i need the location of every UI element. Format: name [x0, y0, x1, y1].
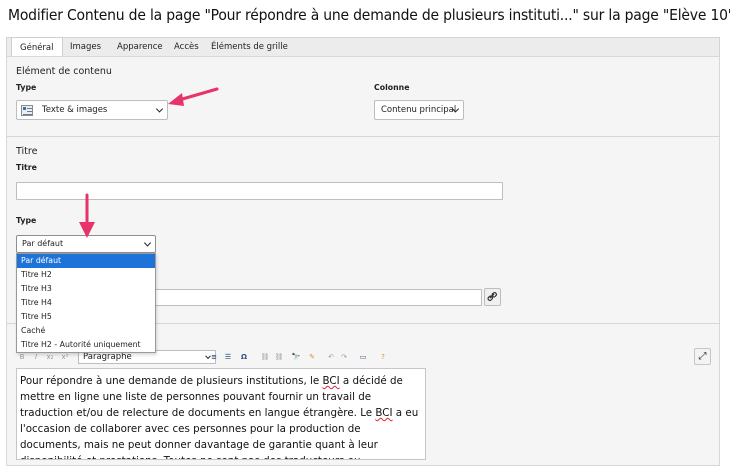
dropdown-option[interactable]: Titre H2 — [17, 268, 155, 282]
fullscreen-button[interactable]: ⤢ — [694, 348, 711, 365]
tab-bar: Général Images Apparence Accès Éléments … — [6, 37, 720, 58]
misspelled-word: BCI — [375, 406, 393, 419]
misspelled-word: BCI — [322, 375, 340, 387]
help-icon[interactable]: ? — [377, 351, 389, 363]
annotation-arrow-icon — [168, 87, 219, 106]
heading-type-dropdown: Par défaut Titre H2 Titre H3 Titre H4 Ti… — [16, 253, 156, 353]
link-icon — [487, 291, 498, 302]
column-label: Colonne — [374, 83, 410, 92]
dropdown-option[interactable]: Titre H5 — [17, 310, 155, 324]
section-title-content-element: Elément de contenu — [16, 66, 112, 77]
content-type-value: Texte & images — [42, 105, 108, 115]
dropdown-option[interactable]: Titre H4 — [17, 296, 155, 310]
link-button[interactable] — [484, 288, 501, 306]
numbered-list-icon[interactable]: ≡ — [208, 351, 220, 363]
content-type-select[interactable]: Texte & images — [16, 100, 168, 120]
source-icon[interactable]: ▭ — [357, 351, 369, 363]
heading-type-value: Par défaut — [22, 239, 64, 248]
section-divider — [7, 136, 720, 137]
bullet-list-icon[interactable]: ☰ — [222, 351, 234, 363]
dropdown-option[interactable]: Caché — [17, 324, 155, 338]
link-input[interactable] — [155, 289, 482, 306]
page-title: Modifier Contenu de la page "Pour répond… — [8, 6, 730, 24]
section-title-heading: Titre — [16, 146, 38, 157]
tab-elements-de-grille[interactable]: Éléments de grille — [203, 38, 296, 57]
text-image-icon — [21, 105, 33, 116]
special-char-icon[interactable]: Ω — [238, 351, 250, 363]
dropdown-option[interactable]: Titre H2 - Autorité uniquement — [17, 338, 155, 352]
tab-images[interactable]: Images — [62, 38, 109, 57]
chevron-down-icon — [143, 239, 152, 247]
column-select[interactable]: Contenu principal — [374, 100, 464, 120]
format-value: Paragraphe — [83, 352, 132, 362]
dropdown-option[interactable]: Par défaut — [17, 254, 155, 268]
annotation-arrow-icon — [79, 193, 95, 238]
column-value: Contenu principal — [381, 105, 457, 115]
tab-acces[interactable]: Accès — [166, 38, 207, 57]
dropdown-option[interactable]: Titre H3 — [17, 282, 155, 296]
heading-type-label: Type — [16, 216, 37, 225]
title-label: Titre — [16, 163, 37, 172]
find-replace-icon[interactable]: 🔭 — [290, 351, 302, 363]
link-editor-icon[interactable]: ⛓ — [259, 351, 271, 363]
expand-icon: ⤢ — [698, 351, 707, 362]
tab-general[interactable]: Général — [11, 37, 63, 58]
redo-icon[interactable]: ↷ — [338, 351, 350, 363]
rich-text-editor[interactable]: Pour répondre à une demande de plusieurs… — [16, 368, 426, 460]
clean-format-icon[interactable]: ✎ — [306, 351, 318, 363]
tab-apparence[interactable]: Apparence — [109, 38, 171, 57]
type-label: Type — [16, 83, 37, 92]
unlink-icon[interactable]: ⛓ — [273, 351, 285, 363]
undo-icon[interactable]: ↶ — [325, 351, 337, 363]
